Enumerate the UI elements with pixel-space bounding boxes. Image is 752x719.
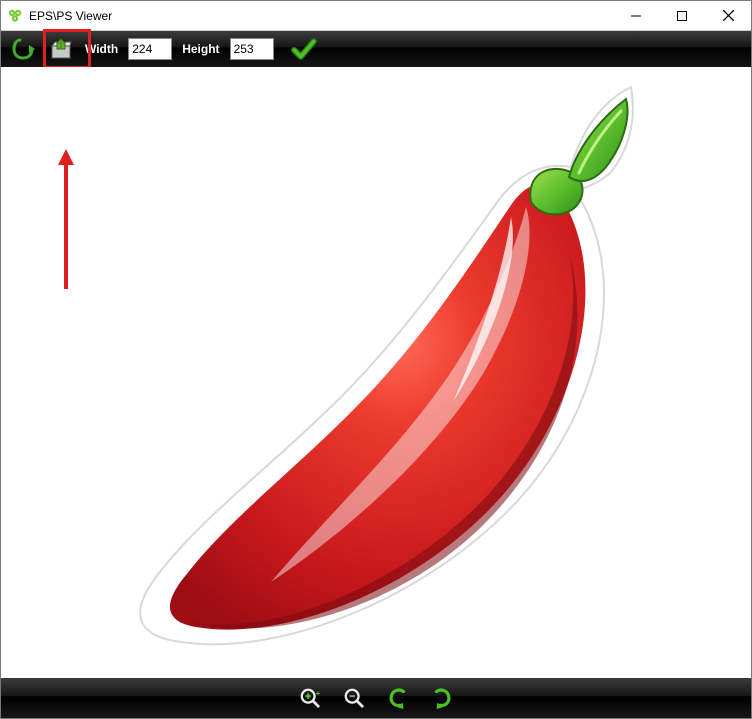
zoom-in-button[interactable]: +	[297, 685, 323, 711]
width-label: Width	[85, 42, 118, 56]
open-button[interactable]	[9, 35, 37, 63]
width-input[interactable]	[128, 38, 172, 60]
zoom-out-button[interactable]	[341, 685, 367, 711]
bottom-toolbar: +	[1, 678, 751, 718]
window-title: EPS\PS Viewer	[29, 9, 112, 23]
apply-button[interactable]	[290, 35, 318, 63]
save-button[interactable]	[47, 35, 75, 63]
app-icon	[7, 8, 23, 24]
image-canvas	[131, 77, 691, 677]
window-controls	[613, 1, 751, 30]
maximize-button[interactable]	[659, 1, 705, 30]
titlebar: EPS\PS Viewer	[1, 1, 751, 31]
rotate-right-button[interactable]	[429, 685, 455, 711]
rotate-left-button[interactable]	[385, 685, 411, 711]
height-label: Height	[182, 42, 219, 56]
close-button[interactable]	[705, 1, 751, 30]
image-viewport[interactable]	[1, 67, 751, 678]
app-window: EPS\PS Viewer	[0, 0, 752, 719]
minimize-button[interactable]	[613, 1, 659, 30]
svg-text:+: +	[316, 689, 321, 698]
top-toolbar: Width Height	[1, 31, 751, 67]
annotation-arrow	[56, 149, 76, 289]
height-input[interactable]	[230, 38, 274, 60]
